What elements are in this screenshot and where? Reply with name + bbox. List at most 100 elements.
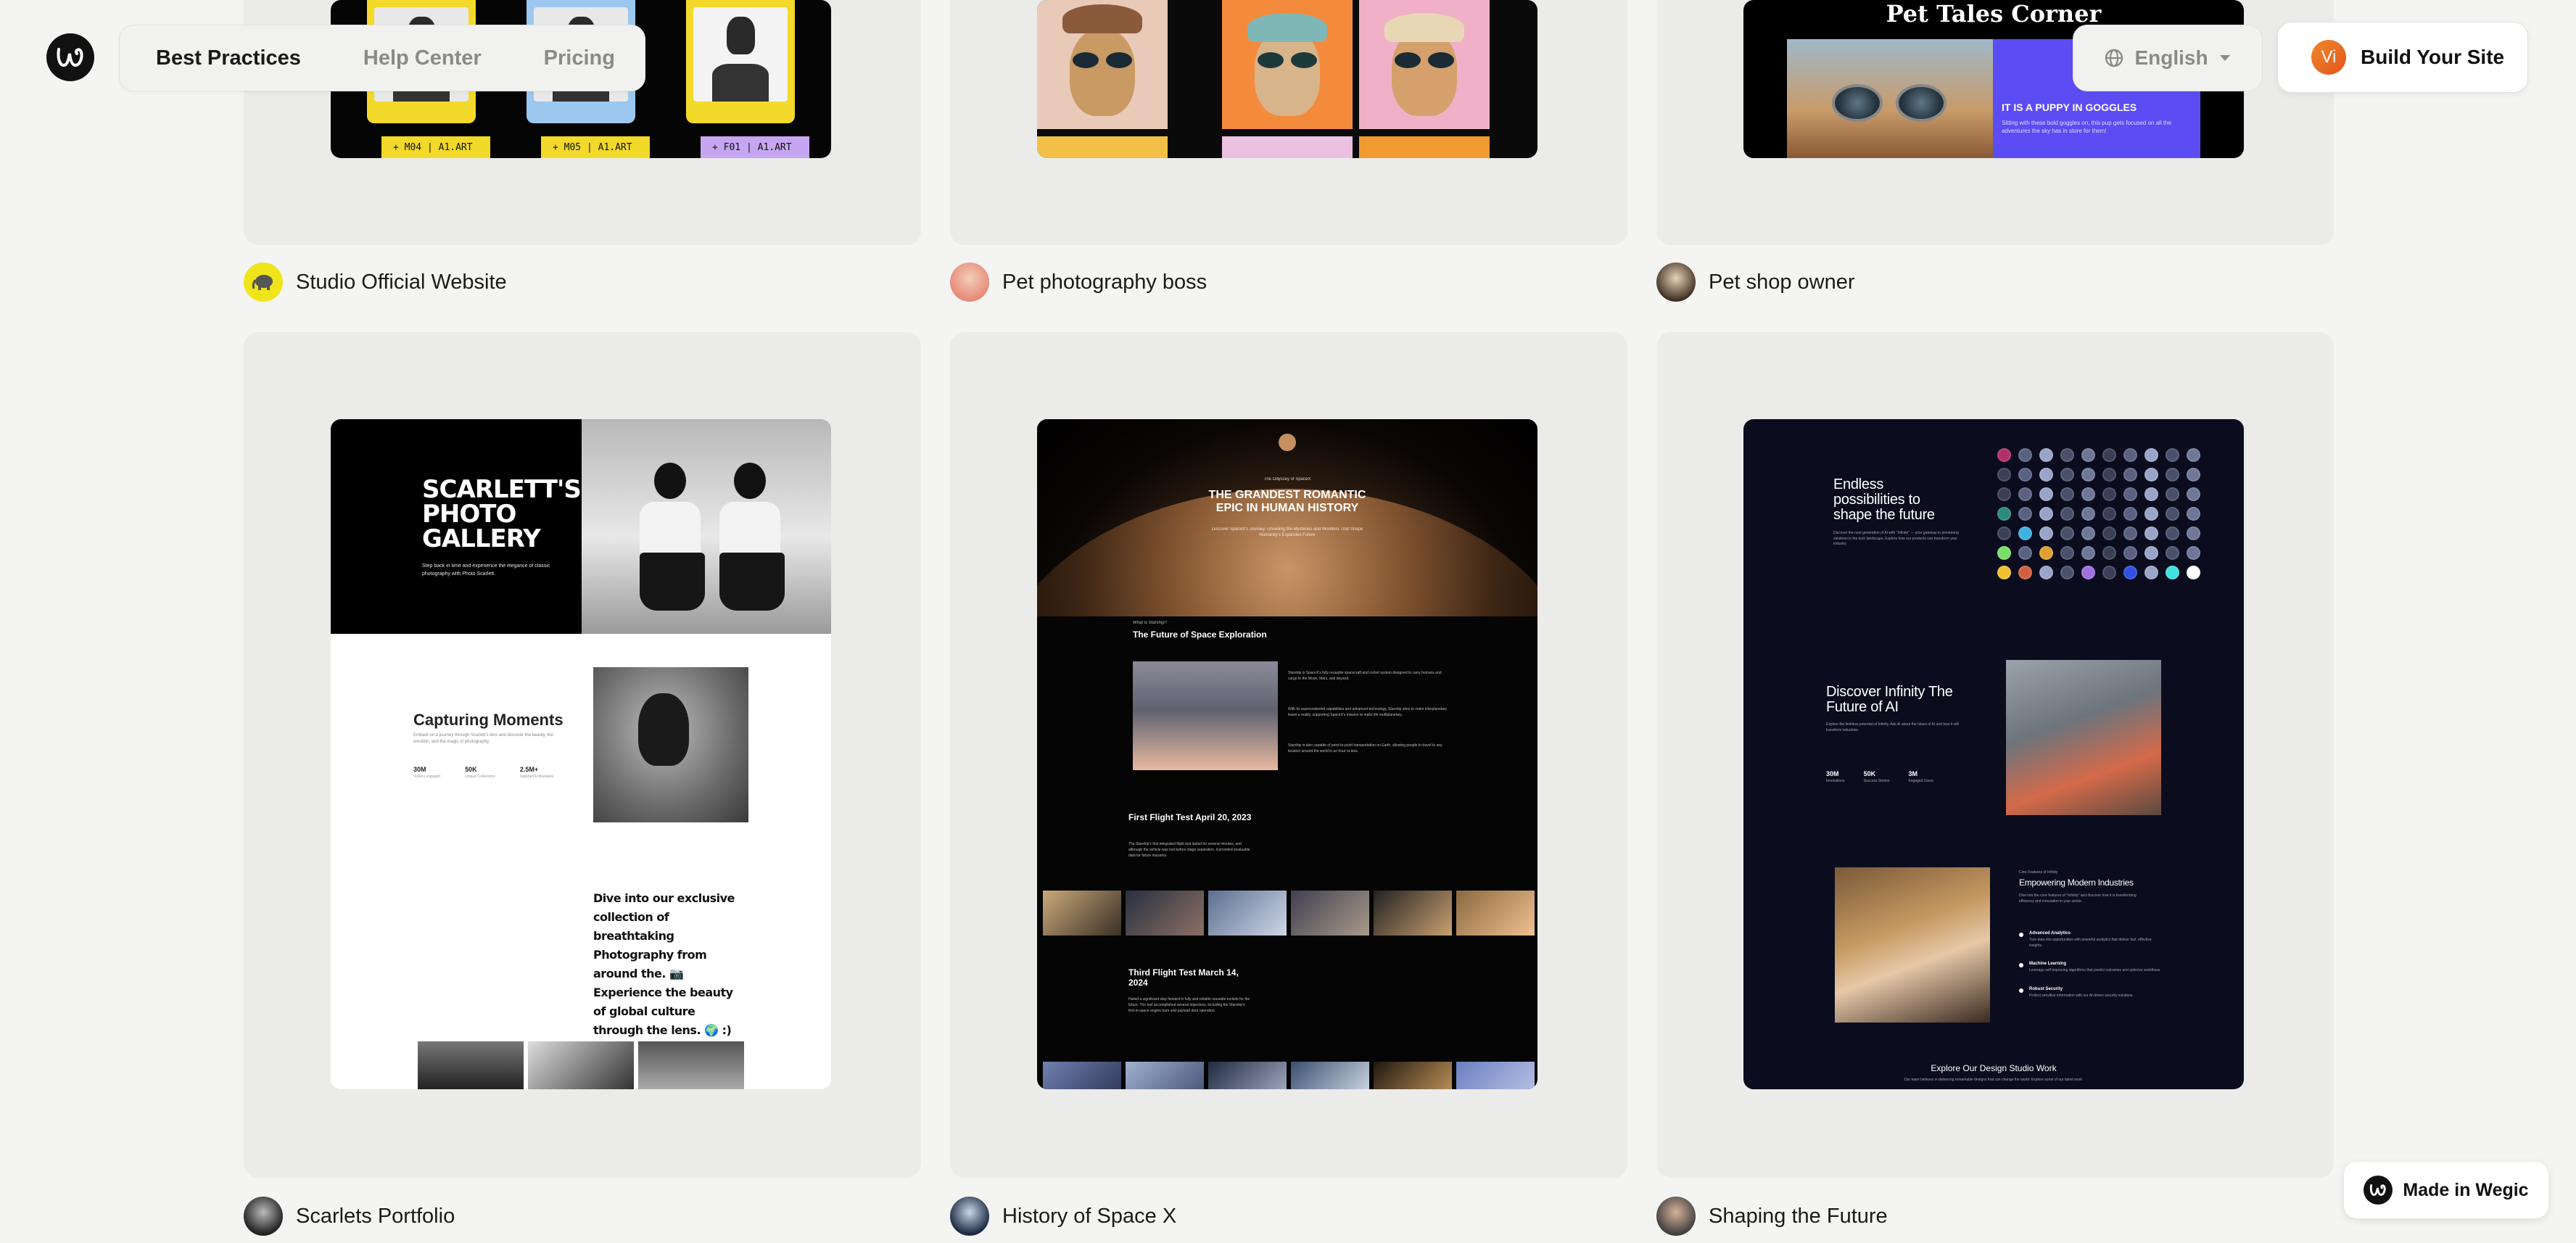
color-dot	[2187, 487, 2200, 501]
color-dot	[2123, 448, 2137, 462]
card-title: Pet shop owner	[1709, 270, 1855, 294]
color-dot	[2060, 546, 2074, 560]
thumb-photo	[418, 1041, 524, 1089]
hero-title: THE GRANDEST ROMANTIC EPIC IN HUMAN HIST…	[1208, 489, 1366, 514]
avatar	[1656, 263, 1696, 302]
color-dot	[2102, 487, 2116, 501]
card-pets[interactable]	[950, 0, 1627, 245]
color-dot	[2081, 507, 2095, 521]
banner-title: IT IS A PUPPY IN GOGGLES	[2002, 102, 2137, 113]
color-dot	[2039, 546, 2053, 560]
feature-item: Advanced Analytics Turn data into opportu…	[2019, 931, 2164, 949]
color-dot	[2102, 526, 2116, 540]
preview-pets	[1037, 0, 1537, 158]
caption-studio[interactable]: Studio Official Website	[244, 263, 507, 302]
card-space-x[interactable]: The Odyssey of SpaceX THE GRANDEST ROMAN…	[950, 332, 1627, 1178]
model-tag: + M05 | A1.ART	[541, 136, 650, 158]
model-tag: + M04 | A1.ART	[381, 136, 490, 158]
color-dots	[1997, 448, 2203, 579]
section-title: Discover Infinity The Future of AI	[1826, 684, 1953, 715]
color-dot	[1997, 546, 2011, 560]
card-title: Shaping the Future	[1709, 1204, 1888, 1228]
color-dot	[2102, 468, 2116, 482]
color-dot	[1997, 566, 2011, 579]
caption-space-x[interactable]: History of Space X	[950, 1197, 1176, 1236]
globe-icon	[2105, 49, 2123, 67]
color-dot	[2018, 526, 2032, 540]
beach-photo	[582, 419, 831, 634]
pet-photo	[1037, 0, 1168, 129]
color-dot	[2144, 546, 2158, 560]
color-dot	[2123, 526, 2137, 540]
portrait-photo	[593, 667, 748, 822]
color-dot	[2123, 487, 2137, 501]
card-title: Pet photography boss	[1002, 270, 1208, 294]
color-dot	[1997, 487, 2011, 501]
made-in-wegic-badge[interactable]: Made in Wegic	[2344, 1162, 2548, 1218]
hero-title: Endless possibilities to shape the futur…	[1833, 476, 1935, 523]
color-dot	[2144, 468, 2158, 482]
color-dot	[2081, 546, 2095, 560]
color-dot	[1997, 507, 2011, 521]
color-dot	[2018, 507, 2032, 521]
stat: 50K Unique Collections	[465, 766, 495, 779]
card-shaping-future[interactable]: Endless possibilities to shape the futur…	[1656, 332, 2334, 1178]
nav-help-center[interactable]: Help Center	[363, 46, 482, 70]
caption-pets[interactable]: Pet photography boss	[950, 263, 1207, 302]
color-dot	[2166, 507, 2179, 521]
preview-scarlett: SCARLETT'S PHOTO GALLERY Step back in ti…	[331, 419, 831, 1089]
color-dot	[2166, 487, 2179, 501]
stat: 2.5M+ Satisfied Enthusiasts	[519, 766, 554, 779]
wegic-logo[interactable]	[46, 33, 94, 81]
color-dot	[2166, 468, 2179, 482]
color-dot	[2060, 468, 2074, 482]
gallery-quote: Dive into our exclusive collection of br…	[593, 891, 735, 1037]
color-dot	[2144, 487, 2158, 501]
color-dot	[2187, 566, 2200, 579]
build-your-site-button[interactable]: Vi Build Your Site	[2277, 22, 2528, 93]
color-dot	[2187, 468, 2200, 482]
color-dot	[2102, 546, 2116, 560]
color-dot	[2060, 566, 2074, 579]
gallery-subtitle: Step back in time and experience the ele…	[422, 563, 550, 577]
color-dot	[2018, 448, 2032, 462]
footer-subtitle: Our team believes in delivering remarkab…	[1904, 1078, 2084, 1082]
elephant-icon	[252, 275, 273, 290]
avatar	[244, 1197, 283, 1236]
color-dot	[2166, 546, 2179, 560]
preview-space-x: The Odyssey of SpaceX THE GRANDEST ROMAN…	[1037, 419, 1537, 1089]
color-dot	[2123, 546, 2137, 560]
color-dot	[2060, 487, 2074, 501]
nav-best-practices[interactable]: Best Practices	[156, 46, 301, 70]
avatar	[244, 263, 283, 302]
color-dot	[2039, 566, 2053, 579]
caption-shaping-future[interactable]: Shaping the Future	[1656, 1197, 1888, 1236]
nav-pricing[interactable]: Pricing	[544, 46, 615, 70]
meeting-photo	[1835, 867, 1990, 1023]
color-dot	[2123, 566, 2137, 579]
feature-item: Machine Learning Leverage self-improving …	[2019, 962, 2164, 974]
language-selector[interactable]: English	[2073, 25, 2263, 91]
rocket-photo	[1133, 661, 1278, 770]
caption-scarlett[interactable]: Scarlets Portfolio	[244, 1197, 455, 1236]
preview-shaping-future: Endless possibilities to shape the futur…	[1743, 419, 2244, 1089]
thumb-photo	[528, 1041, 634, 1089]
wegic-logo-icon	[57, 48, 83, 67]
color-dot	[2039, 526, 2053, 540]
footer-title: Explore Our Design Studio Work	[1931, 1063, 2057, 1073]
caption-pet-tales[interactable]: Pet shop owner	[1656, 263, 1855, 302]
color-dot	[2123, 507, 2137, 521]
card-title: Studio Official Website	[296, 270, 507, 294]
photo-row	[1043, 1062, 1535, 1089]
color-dot	[2102, 566, 2116, 579]
language-label: English	[2134, 46, 2208, 69]
color-dot	[2166, 526, 2179, 540]
gallery-title: SCARLETT'S PHOTO GALLERY	[422, 475, 582, 553]
feature-list: Advanced Analytics Turn data into opportu…	[2019, 931, 2164, 1012]
color-dot	[2018, 546, 2032, 560]
color-dot	[2039, 468, 2053, 482]
card-scarlett[interactable]: SCARLETT'S PHOTO GALLERY Step back in ti…	[244, 332, 921, 1178]
pet-photo	[1222, 0, 1353, 129]
goggles-dog-photo	[1787, 39, 1993, 158]
pet-photo	[1359, 0, 1490, 129]
